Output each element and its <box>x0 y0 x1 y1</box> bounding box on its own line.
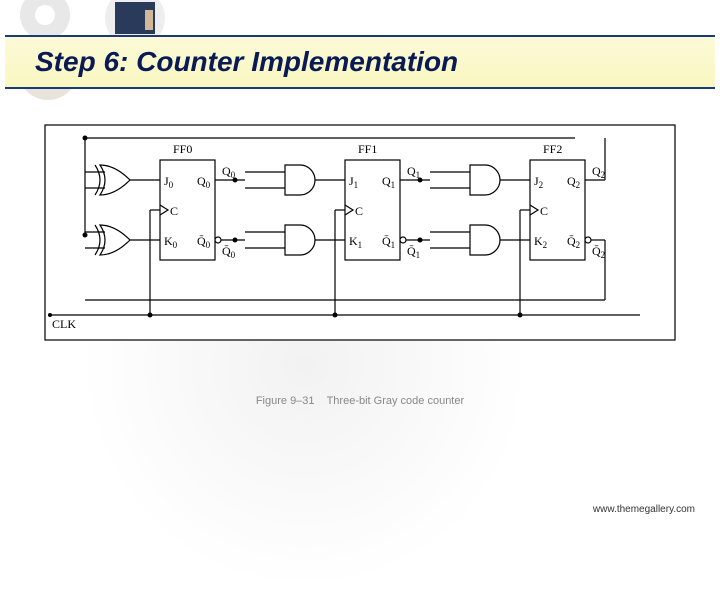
figure-desc: Three-bit Gray code counter <box>327 395 465 407</box>
svg-text:C: C <box>170 204 178 218</box>
svg-text:FF2: FF2 <box>543 142 562 156</box>
footer-url: www.themegallery.com <box>593 504 695 515</box>
svg-text:C: C <box>355 204 363 218</box>
circuit-diagram: .l{stroke:#000;stroke-width:1.2;fill:non… <box>40 120 680 360</box>
svg-text:FF1: FF1 <box>358 142 377 156</box>
figure-caption: Figure 9–31 Three-bit Gray code counter <box>0 395 720 407</box>
slide-title-bar: Step 6: Counter Implementation <box>5 35 715 89</box>
figure-number: Figure 9–31 <box>256 395 315 407</box>
clk-label: CLK <box>52 317 76 331</box>
slide-title: Step 6: Counter Implementation <box>35 46 458 78</box>
svg-text:C: C <box>540 204 548 218</box>
svg-text:FF0: FF0 <box>173 142 192 156</box>
